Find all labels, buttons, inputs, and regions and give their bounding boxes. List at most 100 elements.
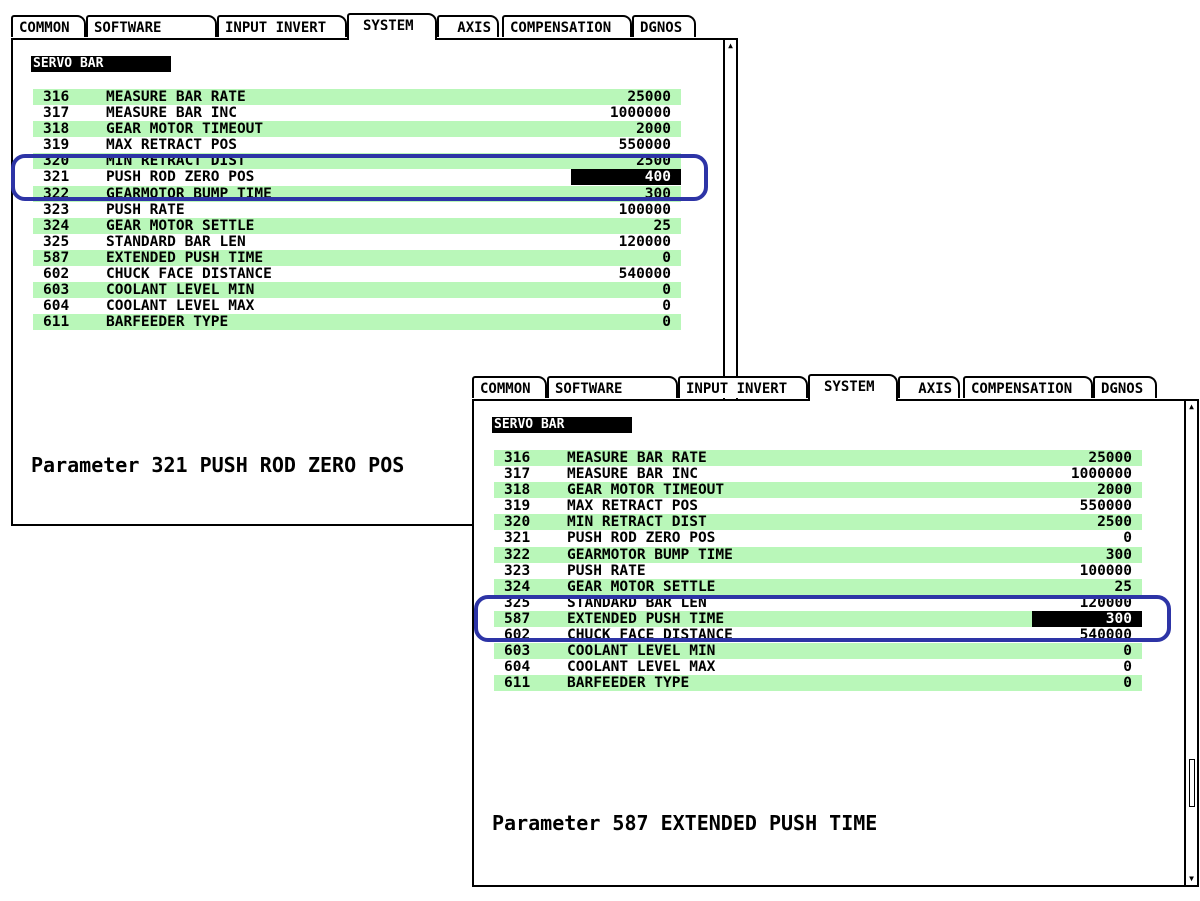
parameter-value: 2500: [636, 153, 671, 170]
tab-bar: COMMON SOFTWARE INPUT INVERT SYSTEM AXIS…: [472, 374, 1199, 401]
parameter-row-318[interactable]: 318 GEAR MOTOR TIMEOUT 2000: [33, 121, 681, 138]
parameter-number: 611: [504, 675, 531, 692]
parameter-number: 322: [43, 185, 70, 202]
selected-value-field[interactable]: 300: [1106, 611, 1132, 627]
parameter-name: PUSH RATE: [106, 201, 185, 218]
parameter-row-317[interactable]: 317 MEASURE BAR INC 1000000: [494, 466, 1142, 482]
parameter-number: 587: [43, 249, 70, 266]
parameter-row-603[interactable]: 603 COOLANT LEVEL MIN 0: [494, 643, 1142, 660]
scroll-down-arrow-icon[interactable]: ▼: [1187, 874, 1196, 884]
tab-input-invert[interactable]: INPUT INVERT: [678, 376, 808, 398]
tab-common[interactable]: COMMON: [11, 15, 86, 37]
tab-software[interactable]: SOFTWARE: [86, 15, 217, 37]
selected-value-box[interactable]: 300: [1032, 610, 1142, 627]
parameter-name: MIN RETRACT DIST: [567, 514, 707, 531]
parameter-list: 316 MEASURE BAR RATE 25000 317 MEASURE BAR I…: [494, 450, 1142, 692]
parameter-number: 325: [43, 233, 70, 250]
parameter-row-316[interactable]: 316 MEASURE BAR RATE 25000: [33, 89, 681, 106]
parameter-number: 316: [43, 89, 70, 105]
parameter-number: 603: [43, 282, 70, 299]
parameter-number: 318: [504, 482, 531, 499]
parameter-row-604[interactable]: 604 COOLANT LEVEL MAX 0: [33, 298, 681, 314]
parameter-value: 25: [653, 217, 671, 234]
parameter-name: MAX RETRACT POS: [106, 137, 237, 154]
parameter-value: 1000000: [609, 105, 671, 122]
parameter-name: EXTENDED PUSH TIME: [106, 249, 264, 266]
parameter-value: 550000: [1079, 498, 1132, 515]
parameter-value: 0: [1123, 530, 1132, 547]
parameter-row-320[interactable]: 320 MIN RETRACT DIST 2500: [494, 514, 1142, 531]
parameter-row-321[interactable]: 321 PUSH ROD ZERO POS 0: [494, 530, 1142, 546]
parameter-row-323[interactable]: 323 PUSH RATE 100000: [494, 563, 1142, 579]
vertical-scrollbar[interactable]: ▲ ▼: [1184, 401, 1197, 885]
tab-system[interactable]: SYSTEM: [347, 13, 437, 40]
parameter-row-319[interactable]: 319 MAX RETRACT POS 550000: [33, 137, 681, 153]
parameter-name: GEARMOTOR BUMP TIME: [567, 546, 733, 563]
parameter-caption: Parameter 321 PUSH ROD ZERO POS: [31, 453, 405, 477]
settings-panel-2: COMMON SOFTWARE INPUT INVERT SYSTEM AXIS…: [472, 374, 1199, 901]
tab-compensation[interactable]: COMPENSATION: [502, 15, 632, 37]
parameter-name: GEAR MOTOR TIMEOUT: [106, 121, 264, 138]
parameter-value: 2000: [636, 121, 671, 138]
parameter-number: 320: [43, 153, 70, 170]
tab-dgnos[interactable]: DGNOS: [632, 15, 696, 37]
scroll-up-arrow-icon[interactable]: ▲: [1187, 402, 1196, 412]
parameter-row-322[interactable]: 322 GEARMOTOR BUMP TIME 300: [494, 546, 1142, 563]
parameter-name: MAX RETRACT POS: [567, 498, 698, 515]
tab-software[interactable]: SOFTWARE: [547, 376, 678, 398]
parameter-row-325[interactable]: 325 STANDARD BAR LEN 120000: [33, 234, 681, 250]
parameter-name: EXTENDED PUSH TIME: [567, 610, 725, 627]
parameter-row-325[interactable]: 325 STANDARD BAR LEN 120000: [494, 595, 1142, 611]
selected-value-box[interactable]: 400: [571, 169, 681, 186]
parameter-row-316[interactable]: 316 MEASURE BAR RATE 25000: [494, 450, 1142, 467]
parameter-row-602[interactable]: 602 CHUCK FACE DISTANCE 540000: [33, 266, 681, 282]
parameter-row-317[interactable]: 317 MEASURE BAR INC 1000000: [33, 105, 681, 121]
parameter-value: 120000: [618, 233, 671, 250]
parameter-caption: Parameter 587 EXTENDED PUSH TIME: [492, 811, 878, 835]
selected-value-field[interactable]: 400: [645, 169, 671, 185]
parameter-content: SERVO BAR 316 MEASURE BAR RATE 25000 317 MEA…: [472, 399, 1199, 887]
parameter-number: 319: [43, 137, 70, 154]
parameter-name: MEASURE BAR INC: [567, 466, 698, 483]
parameter-name: BARFEEDER TYPE: [567, 675, 690, 692]
parameter-number: 317: [504, 466, 531, 483]
parameter-value: 300: [1105, 546, 1132, 563]
parameter-row-323[interactable]: 323 PUSH RATE 100000: [33, 202, 681, 218]
parameter-value: 2000: [1097, 482, 1132, 499]
parameter-value: 0: [662, 314, 671, 331]
parameter-row-324[interactable]: 324 GEAR MOTOR SETTLE 25: [33, 217, 681, 234]
tab-common[interactable]: COMMON: [472, 376, 547, 398]
parameter-row-611[interactable]: 611 BARFEEDER TYPE 0: [494, 675, 1142, 692]
parameter-name: STANDARD BAR LEN: [106, 233, 246, 250]
tab-input-invert[interactable]: INPUT INVERT: [217, 15, 347, 37]
parameter-row-320[interactable]: 320 MIN RETRACT DIST 2500: [33, 153, 681, 170]
parameter-row-324[interactable]: 324 GEAR MOTOR SETTLE 25: [494, 578, 1142, 595]
parameter-row-602[interactable]: 602 CHUCK FACE DISTANCE 540000: [494, 627, 1142, 643]
tab-compensation[interactable]: COMPENSATION: [963, 376, 1093, 398]
parameter-row-604[interactable]: 604 COOLANT LEVEL MAX 0: [494, 659, 1142, 675]
parameter-name: COOLANT LEVEL MIN: [106, 282, 255, 299]
parameter-number: 318: [43, 121, 70, 138]
parameter-row-587[interactable]: 587 EXTENDED PUSH TIME 0: [33, 249, 681, 267]
parameter-row-611[interactable]: 611 BARFEEDER TYPE 0: [33, 314, 681, 331]
parameter-number: 603: [504, 643, 531, 660]
scroll-thumb[interactable]: [1189, 759, 1195, 807]
parameter-value: 100000: [1079, 562, 1132, 579]
parameter-row-322[interactable]: 322 GEARMOTOR BUMP TIME 300: [33, 185, 681, 202]
tab-axis[interactable]: AXIS: [437, 15, 499, 37]
parameter-row-587[interactable]: 587 EXTENDED PUSH TIME 300: [494, 610, 1142, 628]
parameter-row-318[interactable]: 318 GEAR MOTOR TIMEOUT 2000: [494, 482, 1142, 499]
tab-dgnos[interactable]: DGNOS: [1093, 376, 1157, 398]
scroll-up-arrow-icon[interactable]: ▲: [726, 41, 735, 51]
parameter-number: 323: [43, 201, 70, 218]
parameter-row-321[interactable]: 321 PUSH ROD ZERO POS 400: [33, 169, 681, 186]
tab-axis[interactable]: AXIS: [898, 376, 960, 398]
parameter-row-319[interactable]: 319 MAX RETRACT POS 550000: [494, 498, 1142, 514]
parameter-value: 25: [1114, 578, 1132, 595]
tab-system[interactable]: SYSTEM: [808, 374, 898, 401]
parameter-number: 316: [504, 450, 531, 466]
parameter-number: 321: [43, 169, 70, 186]
parameter-value: 0: [1123, 659, 1132, 676]
parameter-number: 602: [43, 266, 70, 283]
parameter-row-603[interactable]: 603 COOLANT LEVEL MIN 0: [33, 282, 681, 299]
